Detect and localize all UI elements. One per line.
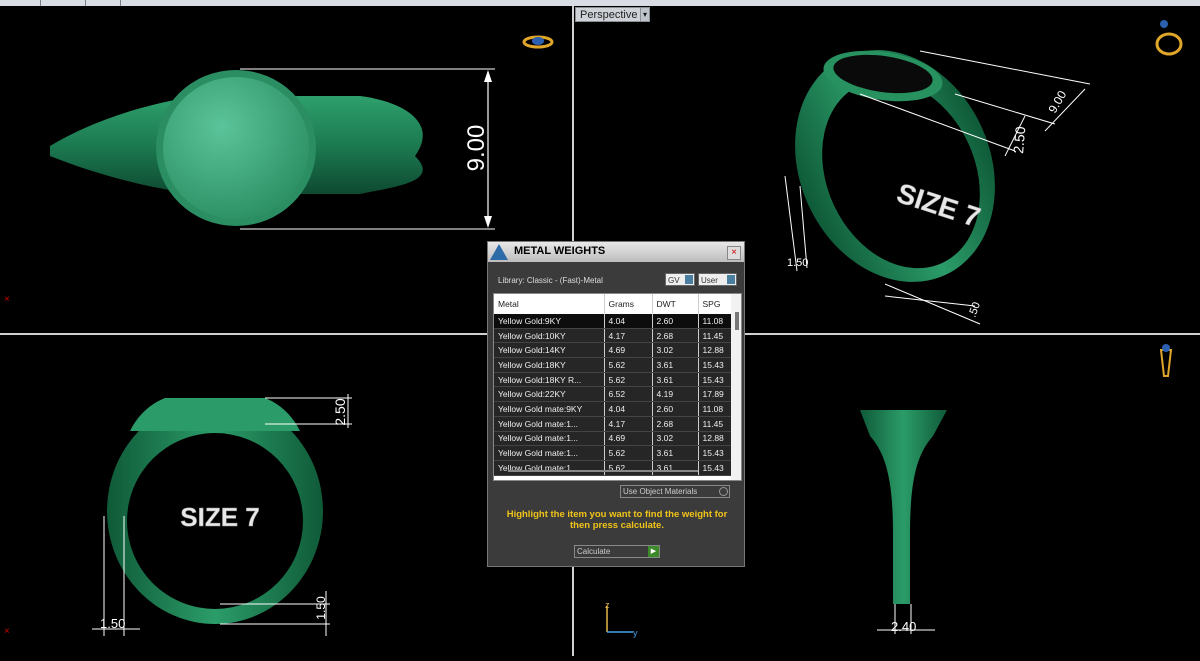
cell-metal: Yellow Gold:10KY: [494, 328, 605, 344]
app-logo-icon: [490, 244, 508, 260]
cell-metal: Yellow Gold mate:1...: [494, 431, 605, 447]
table-vertical-scrollbar[interactable]: [731, 294, 741, 480]
signet-face: [163, 77, 309, 219]
user-label: User: [701, 276, 718, 285]
table-row[interactable]: Yellow Gold:10KY 4.17 2.68 11.45: [494, 328, 739, 344]
dim-label-bottom: 2.40: [891, 619, 916, 634]
cell-dwt: 3.02: [652, 342, 699, 359]
cell-dwt: 3.61: [652, 460, 699, 476]
column-header-metal[interactable]: Metal: [494, 294, 605, 314]
cell-dwt: 3.61: [652, 372, 699, 388]
close-icon[interactable]: ×: [727, 246, 741, 260]
cell-dwt: 3.61: [652, 445, 699, 461]
dim-extension-line: [884, 295, 976, 307]
dim-extension-line: [884, 283, 981, 325]
radio-icon: [719, 487, 728, 496]
calculate-button[interactable]: Calculate ▶: [574, 545, 660, 558]
table-header-row: Metal Grams DWT SPG: [494, 294, 739, 314]
cell-dwt: 3.61: [652, 357, 699, 373]
size-label: SIZE 7: [180, 502, 259, 532]
column-header-dwt[interactable]: DWT: [652, 294, 699, 314]
cell-metal: Yellow Gold mate:1...: [494, 416, 605, 432]
cell-dwt: 2.60: [652, 401, 699, 417]
scrollbar-thumb[interactable]: [735, 312, 739, 330]
toggle-icon: [685, 275, 693, 284]
metal-table-grid: Metal Grams DWT SPG Yellow Gold:9KY 4.04 2…: [494, 294, 739, 476]
table-row[interactable]: Yellow Gold mate:9KY 4.04 2.60 11.08: [494, 401, 739, 417]
cell-grams: 5.62: [604, 357, 653, 373]
origin-marker: ×: [4, 294, 10, 305]
calculate-label: Calculate: [577, 547, 611, 556]
origin-marker: ×: [4, 626, 10, 637]
cell-grams: 4.69: [604, 342, 653, 359]
table-row[interactable]: Yellow Gold mate:1... 4.69 3.02 12.88: [494, 431, 739, 447]
cell-grams: 4.17: [604, 416, 653, 432]
table-row[interactable]: Yellow Gold:18KY 5.62 3.61 15.43: [494, 357, 739, 373]
dim-label-height: 9.00: [463, 125, 490, 172]
cell-metal: Yellow Gold mate:1...: [494, 460, 605, 476]
cell-metal: Yellow Gold:18KY R...: [494, 372, 605, 388]
metal-table[interactable]: Metal Grams DWT SPG Yellow Gold:9KY 4.04 2…: [493, 293, 742, 481]
play-icon: ▶: [648, 546, 659, 557]
dim-label-top: 9.00: [1045, 88, 1069, 116]
cell-grams: 6.52: [604, 386, 653, 403]
table-row[interactable]: Yellow Gold mate:1... 4.17 2.68 11.45: [494, 416, 739, 432]
cell-dwt: 2.68: [652, 328, 699, 344]
table-row[interactable]: Yellow Gold:14KY 4.69 3.02 12.88: [494, 342, 739, 359]
dim-arrow: [484, 216, 492, 228]
dim-arrow: [484, 70, 492, 82]
ring-preview-icon: [1155, 20, 1183, 56]
cell-metal: Yellow Gold:22KY: [494, 386, 605, 403]
signet-top-profile: [130, 398, 300, 431]
metal-weights-dialog: METAL WEIGHTS × Library: Classic - (Fast…: [487, 241, 745, 567]
chevron-down-icon[interactable]: ▾: [640, 7, 650, 22]
use-object-materials-label: Use Object Materials: [623, 487, 698, 496]
cell-dwt: 2.68: [652, 416, 699, 432]
dim-label-shank-top: 2.50: [1010, 126, 1028, 155]
cell-metal: Yellow Gold:18KY: [494, 357, 605, 373]
ring-preview-icon: [1159, 344, 1173, 377]
cell-metal: Yellow Gold mate:1...: [494, 445, 605, 461]
cell-grams: 5.62: [604, 372, 653, 388]
ring-side-profile: [860, 410, 947, 604]
table-horizontal-scrollbar[interactable]: [508, 470, 698, 472]
table-row[interactable]: Yellow Gold mate:1... 5.62 3.61 15.43: [494, 445, 739, 461]
dialog-title-bar[interactable]: METAL WEIGHTS ×: [488, 242, 744, 262]
cell-grams: 4.04: [604, 401, 653, 417]
axis-y-label: y: [633, 628, 638, 638]
cell-metal: Yellow Gold:14KY: [494, 342, 605, 359]
cell-grams: 4.04: [604, 314, 653, 329]
axis-z-label: z: [605, 600, 610, 610]
use-object-materials-toggle[interactable]: Use Object Materials: [620, 485, 730, 498]
cell-dwt: 2.60: [652, 314, 699, 329]
toggle-icon: [727, 275, 735, 284]
dim-label-shank-side: 1.50: [787, 257, 808, 269]
cell-dwt: 4.19: [652, 386, 699, 403]
ring-preview-icon: [522, 35, 554, 49]
table-row[interactable]: Yellow Gold mate:1... 5.62 3.61 15.43: [494, 460, 739, 476]
dim-label-left: 1.50: [100, 616, 125, 631]
gv-label: GV: [668, 276, 680, 285]
cell-grams: 4.69: [604, 431, 653, 447]
column-header-grams[interactable]: Grams: [604, 294, 653, 314]
user-toggle-button[interactable]: User: [698, 273, 737, 286]
viewport-mode-dropdown[interactable]: Perspective: [575, 7, 643, 22]
cell-dwt: 3.02: [652, 431, 699, 447]
dim-label-bottom: 1.50: [314, 596, 328, 620]
dim-label-top: 2.50: [332, 398, 348, 425]
table-row[interactable]: Yellow Gold:9KY 4.04 2.60 11.08: [494, 314, 739, 329]
dialog-title: METAL WEIGHTS: [514, 245, 606, 257]
table-row[interactable]: Yellow Gold:22KY 6.52 4.19 17.89: [494, 386, 739, 403]
cell-grams: 5.62: [604, 445, 653, 461]
table-row[interactable]: Yellow Gold:18KY R... 5.62 3.61 15.43: [494, 372, 739, 388]
cell-grams: 5.62: [604, 460, 653, 476]
dim-label-bottom-small: .50: [967, 301, 984, 319]
cell-metal: Yellow Gold mate:9KY: [494, 401, 605, 417]
library-label: Library: Classic - (Fast)-Metal: [498, 276, 603, 285]
gv-toggle-button[interactable]: GV: [665, 273, 695, 286]
cell-metal: Yellow Gold:9KY: [494, 314, 605, 329]
instruction-text: Highlight the item you want to find the …: [506, 509, 728, 531]
cell-grams: 4.17: [604, 328, 653, 344]
